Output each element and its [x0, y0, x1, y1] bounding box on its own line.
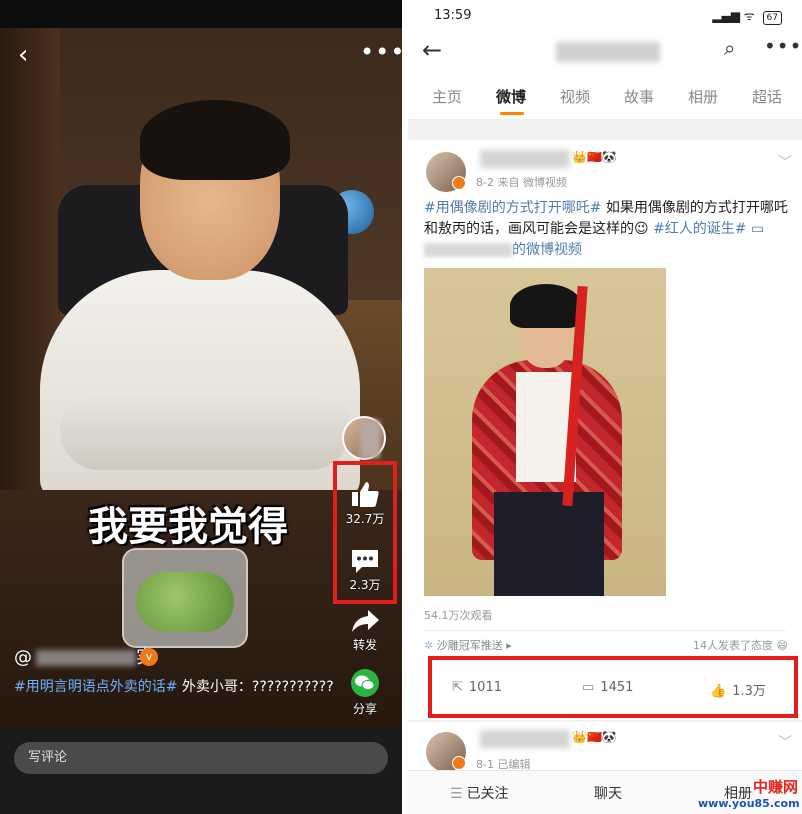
post-image[interactable]	[424, 268, 666, 596]
chevron-down-icon[interactable]: ﹀	[778, 732, 792, 752]
image-hair	[510, 284, 582, 328]
weibo-post-card: 👑🇨🇳🐼 8-2 来自 微博视频 ﹀ #用偶像剧的方式打开哪吒# 如果用偶像剧的…	[408, 140, 802, 720]
tab-album[interactable]: 相册	[688, 86, 718, 107]
profile-tabs: 主页 微博 视频 故事 相册 超话	[408, 74, 802, 120]
repost-label: 转发	[352, 638, 377, 652]
back-arrow-icon[interactable]: ‹	[18, 40, 42, 70]
comment-button[interactable]: 2.3万	[333, 548, 397, 593]
verified-badge-icon: v	[140, 648, 158, 666]
comment-input[interactable]: 写评论	[14, 742, 388, 774]
post-meta: 8-2 来自 微博视频	[476, 176, 567, 189]
at-symbol: @	[14, 647, 32, 668]
screenshot-root: { "left": { "subtitle": "我要我觉得", "back_i…	[0, 0, 802, 814]
tab-video[interactable]: 视频	[560, 86, 590, 107]
verified-badge-icon	[452, 176, 466, 190]
image-skirt	[494, 492, 604, 596]
tab-supertopic[interactable]: 超话	[752, 86, 782, 107]
poster-name-blur[interactable]	[480, 730, 570, 748]
check-icon: ☰	[450, 786, 463, 802]
badge-icons: 👑🇨🇳🐼	[572, 150, 617, 164]
black-top-bar	[0, 0, 402, 28]
search-icon[interactable]: ⌕	[724, 36, 735, 60]
username-blur	[36, 650, 136, 666]
repost-button[interactable]: 转发	[333, 608, 397, 653]
video-desc-text: 外卖小哥：???????????	[177, 679, 334, 695]
more-dots-icon[interactable]: •••	[360, 40, 402, 70]
active-tab-indicator	[500, 112, 524, 115]
comment-count: 1451	[600, 680, 634, 695]
post-hashtag-2[interactable]: #红人的诞生#	[649, 221, 746, 237]
thumbs-up-icon	[352, 482, 379, 507]
weibo-profile-panel: 13:59 ▂▄▆ ᯤ 67 ← ⌕ ••• 主页 微博 视频 故事 相册 超话…	[408, 0, 802, 814]
video-icon: ▭	[750, 221, 765, 237]
chat-button[interactable]: 聊天	[594, 783, 622, 803]
comment-icon	[352, 550, 378, 573]
video-description: #用明言明语点外卖的话# 外卖小哥：???????????	[14, 676, 334, 698]
video-link[interactable]: 的微博视频	[512, 242, 582, 258]
video-person-hair	[140, 100, 290, 180]
status-time: 13:59	[434, 8, 472, 23]
push-label[interactable]: ✲ 沙雕冠军推送 ▸	[424, 637, 512, 653]
tab-story[interactable]: 故事	[624, 86, 654, 107]
video-hashtag[interactable]: #用明言明语点外卖的话#	[14, 679, 177, 695]
post-hashtag[interactable]: #用偶像剧的方式打开哪吒#	[424, 200, 601, 216]
status-bar: 13:59 ▂▄▆ ᯤ 67	[408, 0, 802, 30]
repost-icon: ⇱	[452, 680, 463, 695]
like-count: 1.3万	[732, 684, 766, 699]
video-subtitle: 我要我觉得	[88, 504, 288, 550]
like-button[interactable]: 👍 1.3万	[710, 680, 766, 699]
like-count: 32.7万	[345, 512, 385, 526]
comment-button[interactable]: ▭ 1451	[582, 680, 633, 695]
video-player-panel: ‹ ••• 我要我觉得 32.7万 2.3万 转发 分享 @实 v	[0, 0, 402, 814]
repost-count: 1011	[468, 680, 502, 695]
divider	[424, 630, 786, 631]
post-text: #用偶像剧的方式打开哪吒# 如果用偶像剧的方式打开哪吒和敖丙的话，画风可能会是这…	[424, 200, 788, 258]
comment-count: 2.3万	[349, 578, 381, 592]
video-salad	[136, 572, 234, 632]
reactions-summary[interactable]: 14人发表了态度 😄	[693, 637, 788, 653]
battery-icon: 67	[762, 11, 782, 25]
avatar-blur	[360, 420, 380, 458]
more-dots-icon[interactable]: •••	[764, 34, 802, 58]
reactions-text: 14人发表了态度	[693, 639, 774, 652]
like-button[interactable]: 32.7万	[333, 480, 397, 527]
thumbs-up-icon: 👍	[710, 684, 727, 699]
back-arrow-icon[interactable]: ←	[422, 36, 442, 64]
watermark: 中赚网 www.you85.com	[698, 776, 800, 810]
share-icon	[352, 610, 379, 632]
push-label-text: 沙雕冠军推送	[436, 639, 503, 652]
wechat-icon	[351, 669, 379, 697]
watermark-url: www.you85.com	[698, 797, 800, 810]
badge-icons: 👑🇨🇳🐼	[572, 730, 617, 744]
video-person-arms	[60, 390, 350, 470]
chat-label: 聊天	[594, 786, 622, 802]
tab-home[interactable]: 主页	[432, 86, 462, 107]
wechat-share-button[interactable]: 分享	[333, 668, 397, 717]
share-label: 分享	[352, 702, 377, 716]
repost-button[interactable]: ⇱ 1011	[452, 680, 502, 695]
chevron-down-icon[interactable]: ﹀	[778, 152, 792, 172]
poster-name-blur[interactable]	[480, 150, 570, 168]
watermark-title: 中赚网	[752, 778, 798, 796]
comment-icon: ▭	[582, 680, 595, 695]
status-indicators: ▂▄▆ ᯤ 67	[712, 7, 782, 25]
tab-weibo[interactable]: 微博	[496, 86, 526, 107]
view-count: 54.1万次观看	[424, 609, 493, 622]
sparkle-icon: ✲	[424, 639, 437, 652]
link-blur	[424, 243, 512, 257]
profile-name-blur	[556, 42, 660, 62]
follow-button[interactable]: ☰ 已关注	[450, 783, 509, 803]
follow-label: 已关注	[466, 786, 509, 802]
verified-badge-icon	[452, 756, 466, 770]
nav-bar: ← ⌕ •••	[408, 30, 802, 74]
